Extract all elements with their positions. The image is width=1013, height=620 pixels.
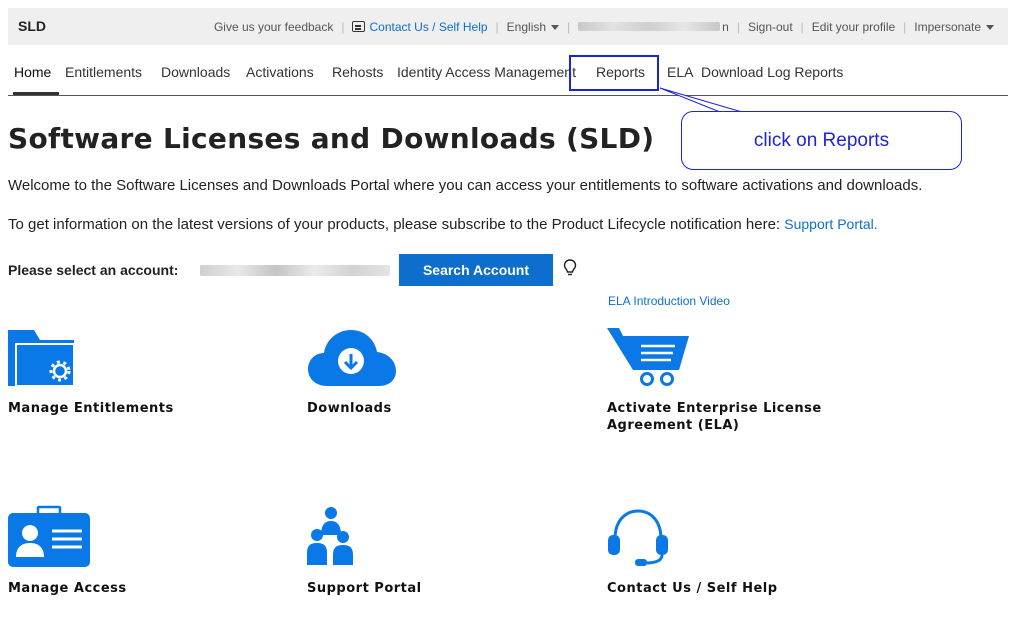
tile-contact-us[interactable]: Contact Us / Self Help [607, 580, 778, 597]
callout-text: click on Reports [753, 129, 890, 151]
tile-downloads[interactable]: Downloads [307, 400, 392, 417]
tile-activate-ela[interactable]: Activate Enterprise License Agreement (E… [607, 400, 837, 434]
impersonate-label: Impersonate [914, 19, 981, 34]
support-portal-link[interactable]: Support Portal. [784, 216, 877, 232]
search-account-button[interactable]: Search Account [399, 254, 553, 286]
nav-downloads[interactable]: Downloads [161, 64, 230, 80]
tile-support-portal[interactable]: Support Portal [307, 580, 422, 597]
main-nav: Home Entitlements Downloads Activations … [8, 50, 1008, 96]
headset-icon[interactable] [607, 505, 671, 569]
top-utility-bar: SLD Give us your feedback | Contact Us /… [8, 8, 1008, 45]
brand-logo[interactable]: SLD [18, 18, 46, 34]
chevron-down-icon [986, 24, 994, 30]
nav-rehosts[interactable]: Rehosts [332, 64, 383, 80]
info-text: To get information on the latest version… [8, 216, 878, 233]
id-badge-icon[interactable] [8, 505, 92, 569]
active-tab-indicator [13, 92, 59, 95]
nav-download-log-reports[interactable]: Download Log Reports [701, 64, 843, 80]
language-label: English [506, 19, 547, 34]
divider: | [800, 19, 804, 34]
divider: | [495, 19, 499, 34]
language-select[interactable]: English [506, 19, 560, 34]
chevron-down-icon [551, 24, 560, 30]
divider: | [903, 19, 907, 34]
nav-home[interactable]: Home [14, 64, 51, 80]
people-icon[interactable] [307, 505, 355, 567]
divider: | [736, 19, 740, 34]
cloud-download-icon[interactable] [307, 326, 397, 388]
account-selector[interactable] [200, 265, 390, 276]
redacted-email [578, 21, 721, 31]
reports-highlight-box [569, 55, 659, 91]
account-label: Please select an account: [8, 262, 179, 278]
contact-link[interactable]: Contact Us / Self Help [369, 20, 487, 34]
lightbulb-icon[interactable] [563, 259, 577, 279]
top-links: Give us your feedback | Contact Us / Sel… [214, 8, 994, 45]
nav-entitlements[interactable]: Entitlements [65, 64, 142, 80]
info-text-body: To get information on the latest version… [8, 216, 785, 233]
edit-profile-link[interactable]: Edit your profile [812, 20, 895, 34]
ela-video-link[interactable]: ELA Introduction Video [608, 294, 730, 308]
nav-identity-access-management[interactable]: Identity Access Management [397, 64, 576, 80]
user-email: n [578, 20, 729, 34]
welcome-text: Welcome to the Software Licenses and Dow… [8, 177, 923, 194]
signout-link[interactable]: Sign-out [748, 20, 793, 34]
nav-activations[interactable]: Activations [246, 64, 314, 80]
chat-icon [352, 21, 366, 32]
impersonate-select[interactable]: Impersonate [914, 20, 994, 34]
user-email-suffix: n [722, 19, 729, 34]
folder-gear-icon[interactable] [8, 326, 76, 388]
divider: | [341, 19, 345, 34]
annotation-callout: click on Reports [681, 111, 962, 170]
tile-manage-entitlements[interactable]: Manage Entitlements [8, 400, 174, 417]
feedback-link[interactable]: Give us your feedback [214, 20, 333, 34]
page-title: Software Licenses and Downloads (SLD) [8, 122, 655, 155]
nav-ela[interactable]: ELA [667, 64, 693, 80]
tile-manage-access[interactable]: Manage Access [8, 580, 127, 597]
cart-icon[interactable] [607, 326, 691, 388]
divider: | [567, 19, 571, 34]
